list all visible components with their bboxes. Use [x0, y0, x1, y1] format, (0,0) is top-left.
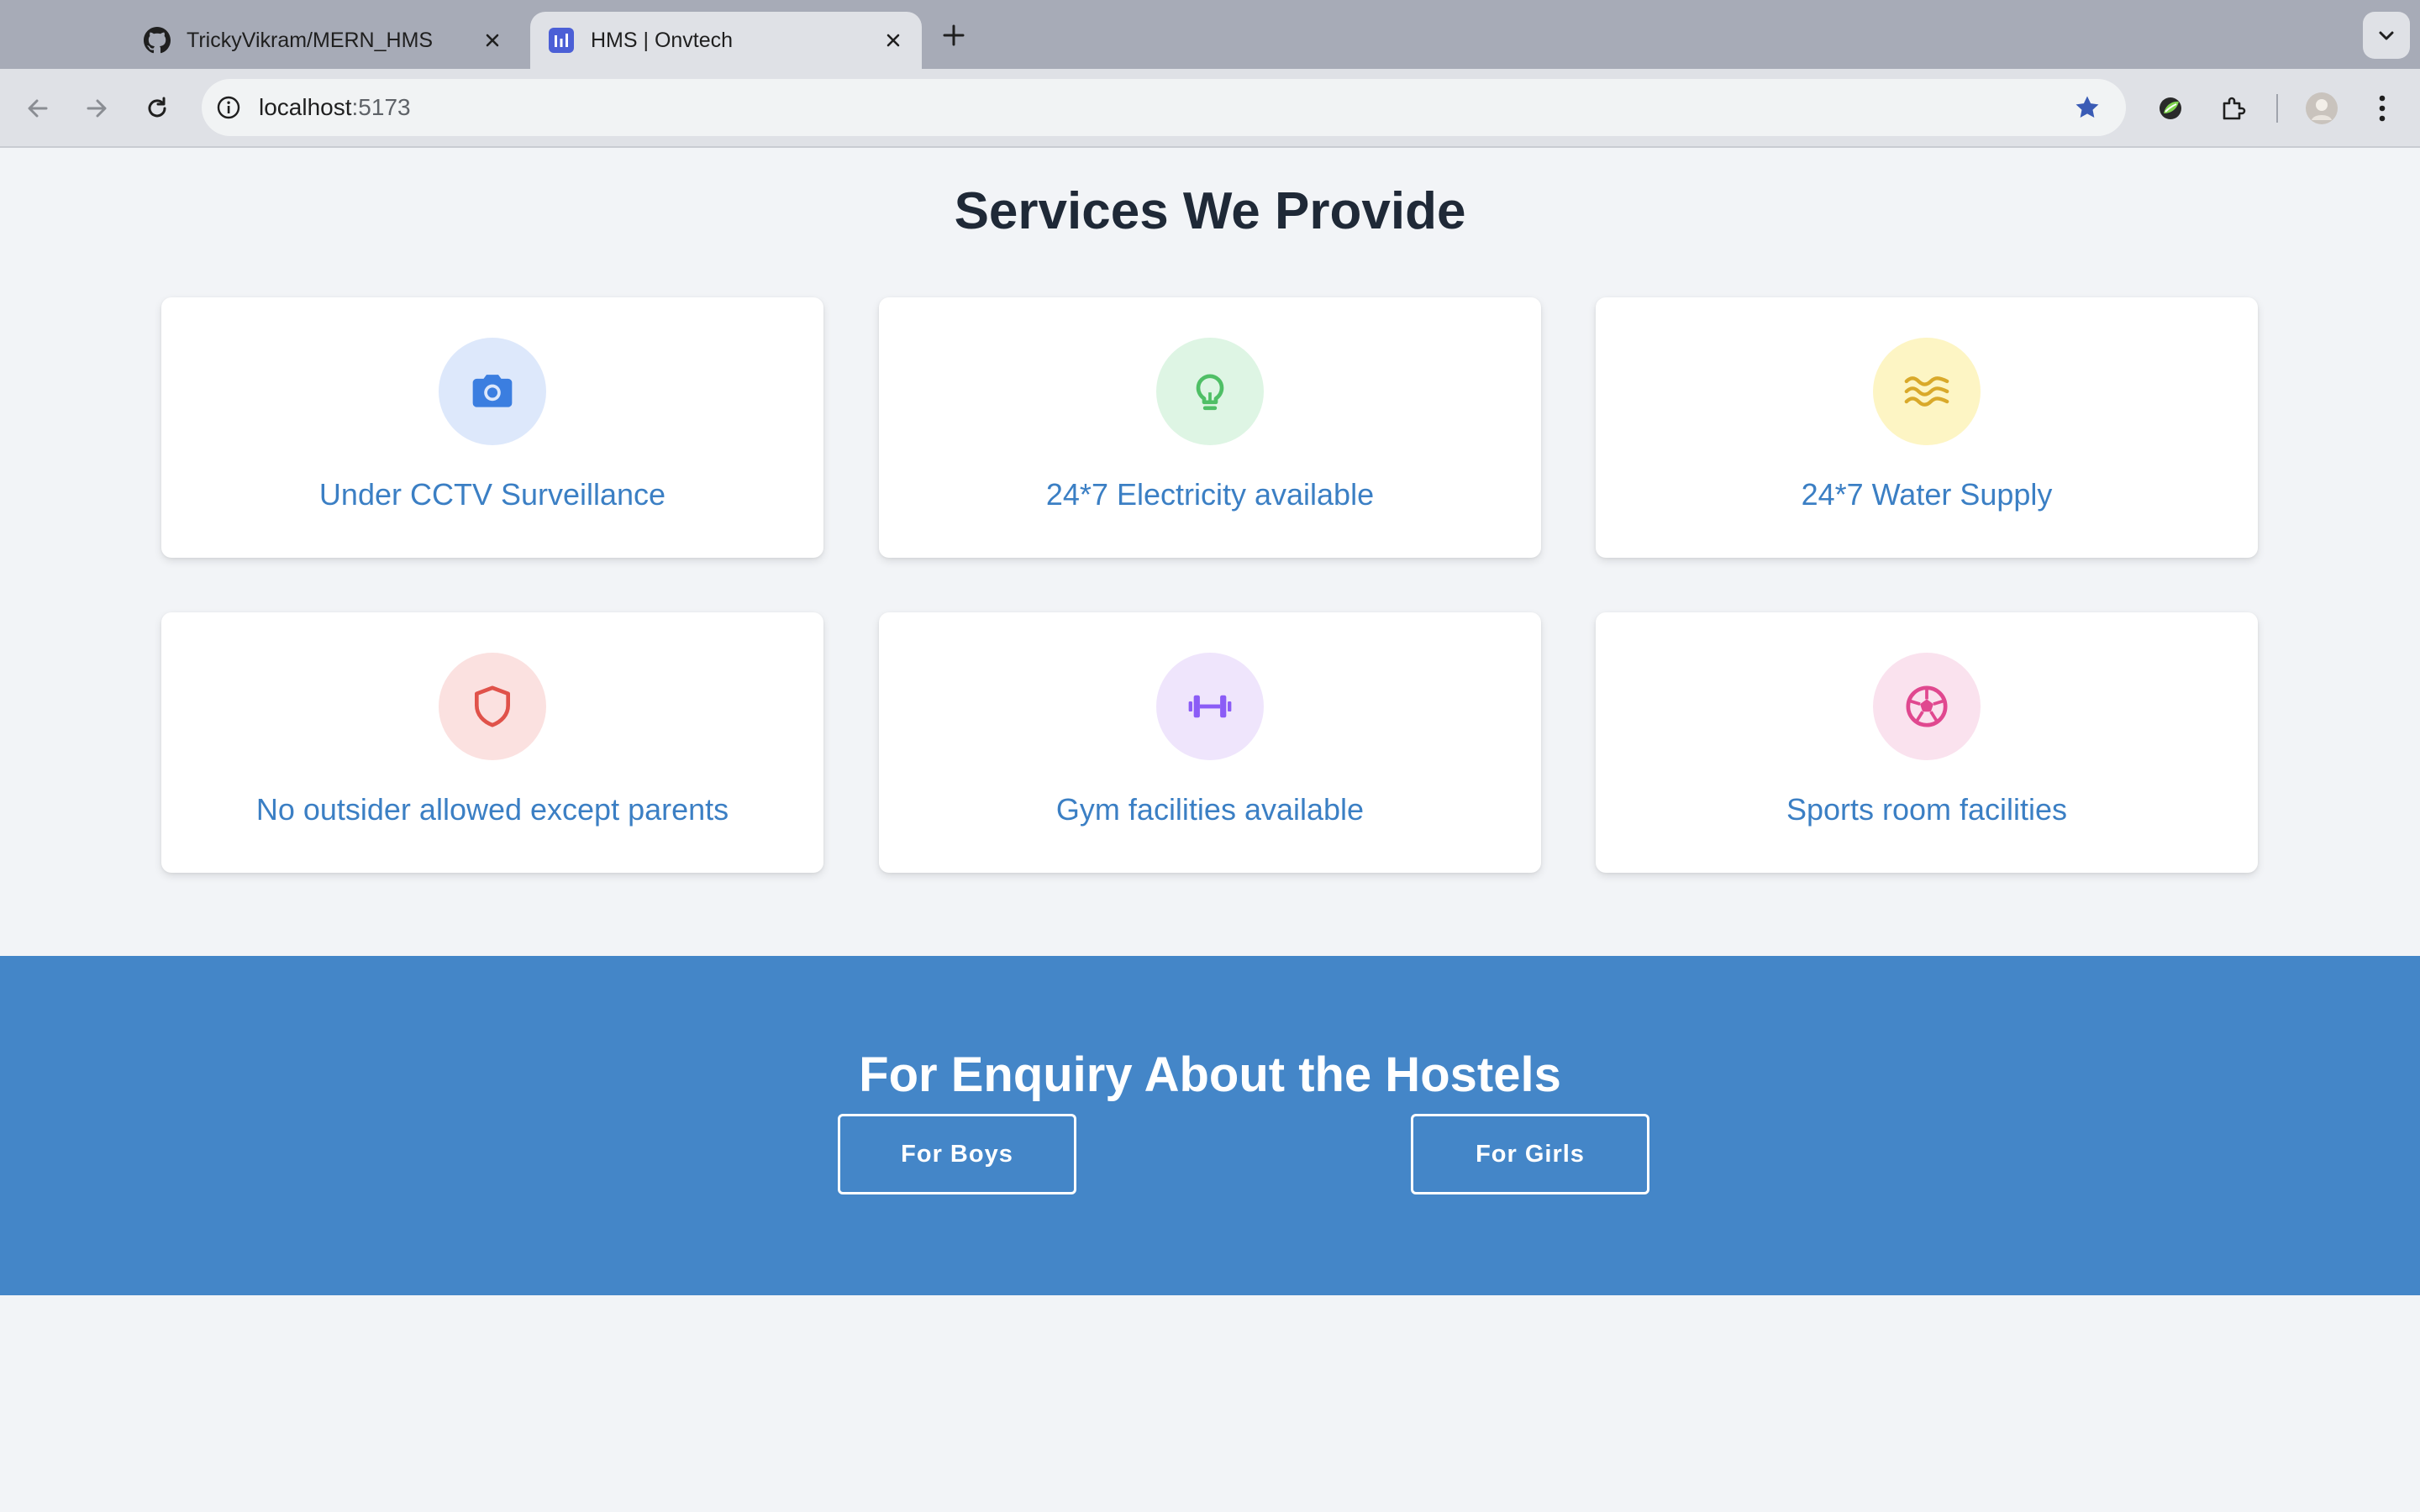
forward-arrow-icon[interactable]	[76, 87, 118, 129]
extension-colorful-icon[interactable]	[2149, 87, 2191, 129]
toolbar-divider	[2276, 94, 2278, 123]
service-label: Sports room facilities	[1786, 792, 2068, 827]
close-tab-icon[interactable]	[477, 25, 508, 55]
service-card-electricity: 24*7 Electricity available	[879, 297, 1541, 558]
service-label: No outsider allowed except parents	[255, 792, 729, 827]
waves-icon	[1904, 376, 1949, 407]
url-host: localhost	[259, 94, 352, 120]
hms-app-icon	[547, 26, 576, 55]
icon-circle	[1873, 653, 1981, 760]
tab-search-chevron-icon[interactable]	[2363, 12, 2410, 59]
for-girls-button[interactable]: For Girls	[1411, 1114, 1649, 1194]
service-label: Under CCTV Surveillance	[318, 477, 666, 512]
camera-icon	[472, 375, 513, 407]
tab-github[interactable]: TrickyVikram/MERN_HMS	[126, 12, 521, 69]
tab-title: TrickyVikram/MERN_HMS	[187, 28, 434, 52]
browser-toolbar: localhost:5173	[0, 69, 2420, 148]
url-port: :5173	[351, 94, 411, 120]
tab-title: HMS | Onvtech	[591, 28, 734, 52]
service-label: Gym facilities available	[1055, 792, 1365, 827]
address-bar[interactable]: localhost:5173	[202, 79, 2126, 136]
lightbulb-icon	[1196, 374, 1224, 411]
new-tab-plus-icon[interactable]	[937, 18, 971, 52]
services-heading: Services We Provide	[954, 182, 1466, 240]
service-card-water: 24*7 Water Supply	[1596, 297, 2258, 558]
browser-tab-strip: TrickyVikram/MERN_HMS HMS | Onvtech	[0, 0, 2420, 69]
back-arrow-icon[interactable]	[17, 87, 59, 129]
service-card-security: No outsider allowed except parents	[161, 612, 823, 873]
tab-hms[interactable]: HMS | Onvtech	[530, 12, 922, 69]
soccer-ball-icon	[1906, 685, 1948, 727]
service-label: 24*7 Water Supply	[1801, 477, 2053, 512]
site-info-icon[interactable]	[212, 91, 245, 124]
icon-circle	[1873, 338, 1981, 445]
page-content: Services We Provide Under CCTV Surveilla…	[0, 148, 2420, 1512]
icon-circle	[1156, 338, 1264, 445]
icon-circle	[439, 338, 546, 445]
shield-icon	[475, 685, 510, 727]
service-card-cctv: Under CCTV Surveillance	[161, 297, 823, 558]
bookmark-star-icon[interactable]	[2070, 91, 2104, 124]
extensions-puzzle-icon[interactable]	[2212, 87, 2254, 129]
url-text: localhost:5173	[259, 94, 411, 121]
service-label: 24*7 Electricity available	[1045, 477, 1375, 512]
kebab-menu-icon[interactable]	[2361, 87, 2403, 129]
service-card-sports: Sports room facilities	[1596, 612, 2258, 873]
icon-circle	[439, 653, 546, 760]
profile-avatar[interactable]	[2301, 87, 2343, 129]
enquiry-section: For Enquiry About the Hostels For Boys F…	[0, 956, 2420, 1295]
for-boys-button[interactable]: For Boys	[838, 1114, 1076, 1194]
service-card-gym: Gym facilities available	[879, 612, 1541, 873]
dumbbell-icon	[1188, 695, 1232, 718]
close-tab-icon[interactable]	[878, 25, 908, 55]
icon-circle	[1156, 653, 1264, 760]
reload-icon[interactable]	[136, 87, 178, 129]
enquiry-heading: For Enquiry About the Hostels	[859, 1047, 1561, 1102]
github-icon	[143, 26, 171, 55]
